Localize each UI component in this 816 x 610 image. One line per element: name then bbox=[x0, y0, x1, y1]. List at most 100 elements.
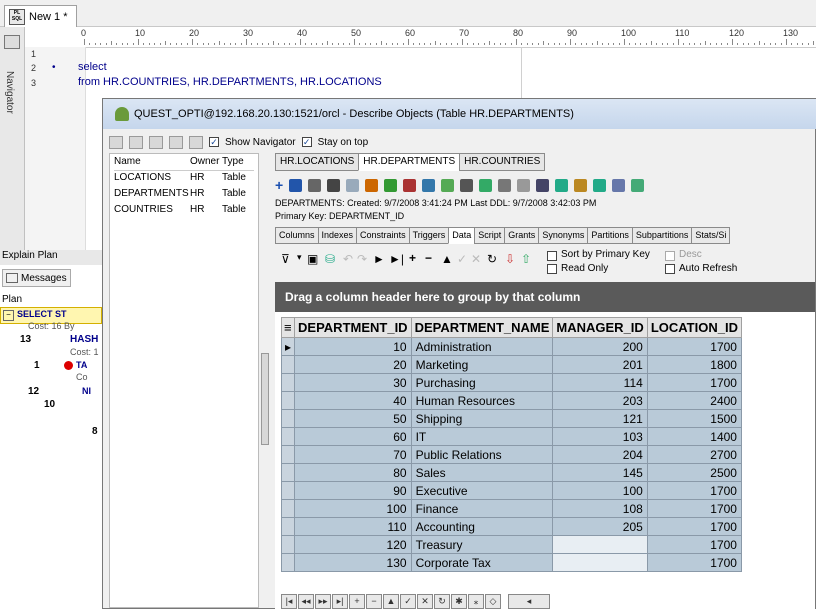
column-header-name[interactable]: Name bbox=[114, 156, 190, 170]
row-indicator[interactable] bbox=[280, 445, 296, 464]
row-indicator[interactable] bbox=[280, 355, 296, 374]
show-navigator-checkbox[interactable]: ✓ bbox=[209, 137, 219, 147]
db-icon[interactable]: ⛁ bbox=[325, 252, 335, 266]
cell-department-name[interactable]: Marketing bbox=[410, 355, 554, 374]
cell-location-id[interactable]: 2500 bbox=[646, 463, 742, 482]
cell-location-id[interactable]: 1500 bbox=[646, 409, 742, 428]
import-icon[interactable]: ⇩ bbox=[505, 252, 515, 266]
row-indicator[interactable] bbox=[280, 517, 296, 536]
cell-department-id[interactable]: 50 bbox=[294, 409, 412, 428]
cell-department-id[interactable]: 70 bbox=[294, 445, 412, 464]
cell-manager-id[interactable]: 205 bbox=[552, 517, 648, 536]
post-edit-icon[interactable]: ▲ bbox=[441, 252, 453, 266]
cell-department-id[interactable]: 120 bbox=[294, 535, 412, 554]
cell-department-name[interactable]: Accounting bbox=[410, 517, 554, 536]
goto-bookmark-icon[interactable]: ⁎ bbox=[468, 594, 484, 609]
cell-department-name[interactable]: Purchasing bbox=[410, 373, 554, 392]
tab-constraints[interactable]: Constraints bbox=[356, 227, 410, 244]
sequence-icon[interactable] bbox=[517, 178, 531, 192]
cell-department-name[interactable]: Human Resources bbox=[410, 391, 554, 410]
row-indicator-header[interactable]: ≡ bbox=[280, 317, 296, 338]
row-indicator[interactable] bbox=[280, 535, 296, 554]
tab-grants[interactable]: Grants bbox=[504, 227, 540, 244]
cell-department-name[interactable]: IT bbox=[410, 427, 554, 446]
cell-department-name[interactable]: Finance bbox=[410, 499, 554, 518]
last-record-icon[interactable]: ▸| bbox=[332, 594, 348, 609]
grant-icon[interactable] bbox=[403, 178, 417, 192]
cell-department-id[interactable]: 60 bbox=[294, 427, 412, 446]
cell-location-id[interactable]: 1700 bbox=[646, 337, 742, 356]
copy-icon[interactable] bbox=[149, 135, 163, 149]
last-record-icon[interactable]: ►| bbox=[389, 252, 404, 266]
cell-department-name[interactable]: Corporate Tax bbox=[410, 553, 554, 572]
row-indicator[interactable] bbox=[280, 373, 296, 392]
tab-hr-locations[interactable]: HR.LOCATIONS bbox=[275, 153, 360, 171]
chart-icon[interactable] bbox=[612, 178, 626, 192]
tab-indexes[interactable]: Indexes bbox=[317, 227, 358, 244]
tab-script[interactable]: Script bbox=[474, 227, 506, 244]
navigator-side-tab[interactable]: Navigator bbox=[4, 71, 15, 114]
cell-location-id[interactable]: 1700 bbox=[646, 499, 742, 518]
cell-manager-id[interactable]: 204 bbox=[552, 445, 648, 464]
first-record-icon[interactable]: |◂ bbox=[281, 594, 297, 609]
export-icon[interactable] bbox=[460, 178, 474, 192]
cell-department-id[interactable]: 10 bbox=[294, 337, 412, 356]
object-list-item[interactable]: LOCATIONS HR Table bbox=[114, 172, 252, 186]
cell-location-id[interactable]: 1400 bbox=[646, 427, 742, 446]
cell-manager-id[interactable] bbox=[552, 535, 648, 554]
add-filter-icon[interactable] bbox=[555, 178, 569, 192]
table-row[interactable]: 90 Executive 100 1700 bbox=[280, 481, 742, 500]
table-row[interactable]: 80 Sales 145 2500 bbox=[280, 463, 742, 482]
cell-department-name[interactable]: Public Relations bbox=[410, 445, 554, 464]
row-indicator[interactable] bbox=[280, 427, 296, 446]
cell-department-name[interactable]: Shipping bbox=[410, 409, 554, 428]
row-indicator[interactable] bbox=[280, 463, 296, 482]
refresh-icon[interactable] bbox=[441, 178, 455, 192]
export-data-icon[interactable]: ⇧ bbox=[521, 252, 531, 266]
document-tab[interactable]: PL SQL New 1 * bbox=[4, 5, 77, 27]
print-icon[interactable] bbox=[189, 135, 203, 149]
find-icon[interactable] bbox=[574, 178, 588, 192]
row-indicator[interactable] bbox=[280, 499, 296, 518]
tab-hr-departments[interactable]: HR.DEPARTMENTS bbox=[358, 153, 461, 171]
auto-refresh-checkbox[interactable] bbox=[665, 263, 675, 277]
cell-manager-id[interactable]: 114 bbox=[552, 373, 648, 392]
tab-subpartitions[interactable]: Subpartitions bbox=[631, 227, 693, 244]
list-toggle-icon[interactable] bbox=[4, 35, 20, 49]
bookmark-icon[interactable]: ✱ bbox=[451, 594, 467, 609]
tab-hr-countries[interactable]: HR.COUNTRIES bbox=[459, 153, 546, 171]
edit-icon[interactable] bbox=[289, 178, 303, 192]
column-header-department-id[interactable]: DEPARTMENT_ID bbox=[294, 317, 412, 338]
open-icon[interactable] bbox=[109, 135, 123, 149]
table-row[interactable]: 130 Corporate Tax 1700 bbox=[280, 553, 742, 572]
sort-by-primary-key-checkbox[interactable] bbox=[547, 250, 557, 264]
cell-manager-id[interactable]: 121 bbox=[552, 409, 648, 428]
report-icon[interactable] bbox=[479, 178, 493, 192]
cell-location-id[interactable]: 2400 bbox=[646, 391, 742, 410]
code-line-3[interactable]: from HR.COUNTRIES, HR.DEPARTMENTS, HR.LO… bbox=[78, 76, 382, 88]
properties-icon[interactable] bbox=[327, 178, 341, 192]
delete-record-icon[interactable]: − bbox=[425, 251, 432, 265]
cell-location-id[interactable]: 1700 bbox=[646, 553, 742, 572]
refresh-data-icon[interactable]: ↻ bbox=[487, 252, 497, 266]
cell-location-id[interactable]: 1700 bbox=[646, 535, 742, 554]
splitter-handle[interactable] bbox=[261, 353, 269, 445]
filter-icon[interactable] bbox=[129, 135, 143, 149]
cell-department-id[interactable]: 30 bbox=[294, 373, 412, 392]
copy-icon[interactable] bbox=[498, 178, 512, 192]
object-list-item[interactable]: DEPARTMENTS HR Table bbox=[114, 188, 252, 202]
code-line-2[interactable]: select bbox=[78, 61, 107, 73]
script-icon[interactable] bbox=[365, 178, 379, 192]
cell-manager-id[interactable]: 100 bbox=[552, 481, 648, 500]
row-indicator[interactable] bbox=[280, 553, 296, 572]
rebuild-icon[interactable] bbox=[384, 178, 398, 192]
table-row[interactable]: 110 Accounting 205 1700 bbox=[280, 517, 742, 536]
collapse-icon[interactable]: − bbox=[3, 310, 14, 321]
cell-manager-id[interactable]: 200 bbox=[552, 337, 648, 356]
database-icon[interactable] bbox=[631, 178, 645, 192]
next-record-icon[interactable]: ► bbox=[373, 252, 385, 266]
cell-department-id[interactable]: 20 bbox=[294, 355, 412, 374]
tab-columns[interactable]: Columns bbox=[275, 227, 319, 244]
cell-location-id[interactable]: 1700 bbox=[646, 373, 742, 392]
add-icon[interactable]: + bbox=[275, 177, 283, 193]
